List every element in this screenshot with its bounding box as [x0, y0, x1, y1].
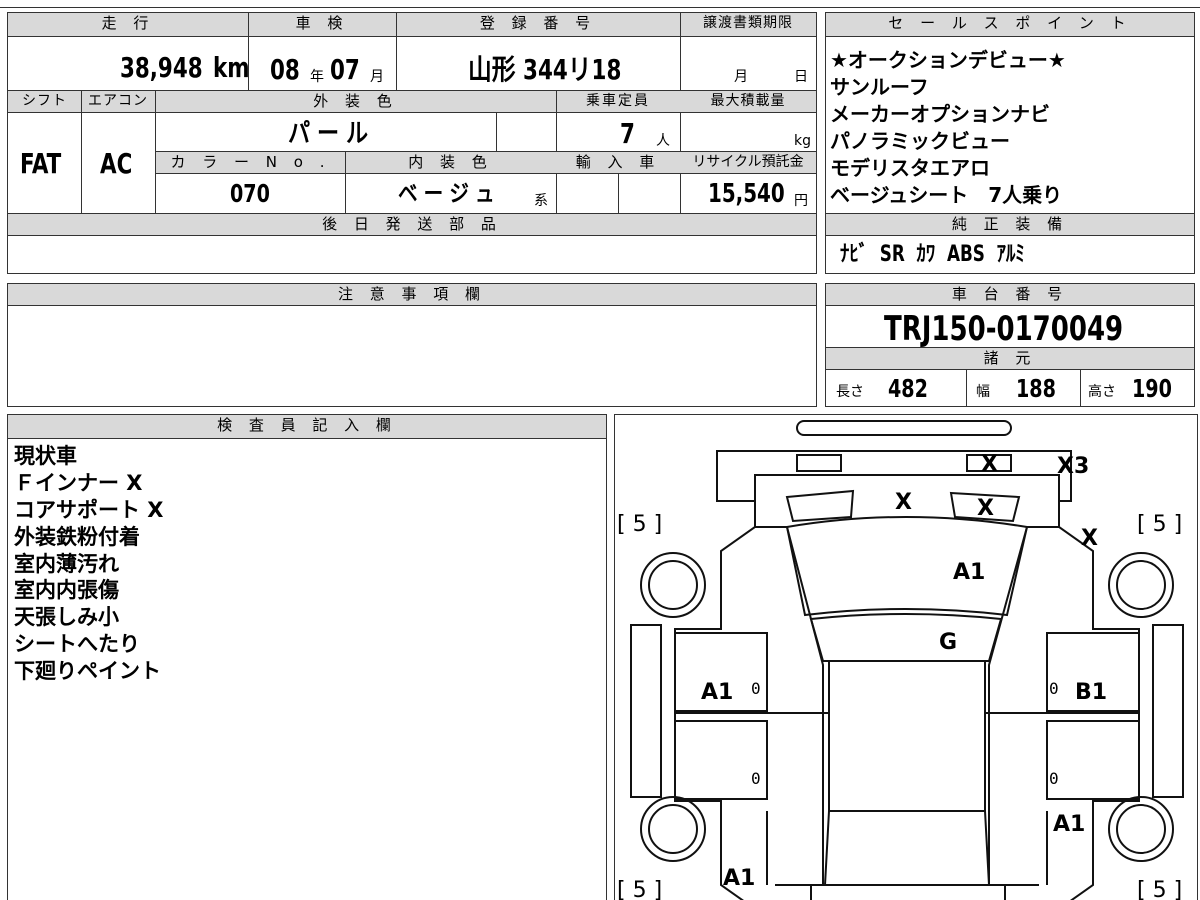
tire-rating-front-left: [ 5 ]: [617, 512, 663, 537]
top-cutoff-strip: [0, 0, 1200, 8]
car-damage-diagram: [ 5 ] [ 5 ] [ 5 ] [ 5 ] X X3 X X X A1 G …: [614, 414, 1198, 900]
sales-points-header: セ ー ル ス ポ イ ン ト: [826, 13, 1194, 37]
tire-rating-rear-left: [ 5 ]: [617, 878, 663, 900]
shift-header: シフト: [8, 91, 81, 113]
mileage-value: 38,948: [120, 51, 203, 84]
exterior-color-header: 外 装 色: [155, 91, 556, 113]
recycle-value: 15,540: [708, 179, 785, 209]
car-outline-svg: [630, 420, 1184, 900]
damage-mark: G: [939, 630, 958, 655]
registration-value: 山形 344リ18: [468, 53, 622, 86]
inspection-month-unit: 月: [370, 69, 384, 85]
recycle-header: リサイクル預託金: [680, 152, 816, 174]
zero-marker: 0: [751, 679, 761, 698]
interior-color-suffix: 系: [534, 193, 548, 209]
notes-box: 注 意 事 項 欄: [7, 283, 817, 407]
zero-marker: 0: [751, 769, 761, 788]
sales-point-item: サンルーフ: [830, 75, 929, 99]
recycle-unit: 円: [794, 193, 808, 209]
zero-marker: 0: [1049, 679, 1059, 698]
sales-points-box: セ ー ル ス ポ イ ン ト ★オークションデビュー★ サンルーフ メーカーオ…: [825, 12, 1195, 274]
damage-mark: X: [895, 490, 912, 515]
width-value: 188: [1016, 374, 1056, 403]
import-header: 輸 入 車: [556, 152, 680, 174]
sales-point-item: ベージュシート 7人乗り: [830, 183, 1063, 207]
aircon-header: エアコン: [81, 91, 155, 113]
inspector-item: 外装鉄粉付着: [14, 525, 140, 549]
inspector-box: 検 査 員 記 入 欄 現状車 Ｆインナー X コアサポート X 外装鉄粉付着 …: [7, 414, 607, 900]
notes-header: 注 意 事 項 欄: [8, 284, 816, 306]
damage-mark: X: [1081, 526, 1098, 551]
inspector-header: 検 査 員 記 入 欄: [8, 415, 606, 439]
transfer-day: 日: [794, 69, 808, 85]
damage-mark: A1: [1053, 812, 1086, 837]
damage-mark: A1: [953, 560, 986, 585]
damage-mark: X3: [1057, 454, 1090, 479]
inspector-item: シートへたり: [14, 632, 140, 656]
damage-mark: B1: [1075, 680, 1108, 705]
specs-header: 諸 元: [826, 348, 1194, 370]
height-label: 高さ: [1088, 384, 1116, 400]
exterior-color-value: パ ー ル: [288, 119, 369, 149]
vehicle-info-table: 走 行 車 検 登 録 番 号 譲渡書類期限 38,948 km 08 年 07…: [7, 12, 817, 274]
inspector-item: 下廻りペイント: [14, 659, 161, 683]
transfer-header: 譲渡書類期限: [680, 13, 816, 37]
inspector-item: 室内薄汚れ: [14, 552, 119, 576]
sales-point-item: パノラミックビュー: [830, 129, 1010, 153]
height-value: 190: [1132, 374, 1172, 403]
length-label: 長さ: [836, 384, 864, 400]
damage-mark: A1: [701, 680, 734, 705]
max-load-header: 最大積載量: [680, 91, 816, 113]
sales-point-item: ★オークションデビュー★: [830, 48, 1066, 72]
inspector-item: Ｆインナー X: [14, 471, 143, 495]
interior-color-value: ベ ー ジ ュ: [398, 181, 495, 207]
tire-rating-rear-right: [ 5 ]: [1137, 878, 1183, 900]
inspector-item: 天張しみ小: [14, 605, 119, 629]
interior-color-header: 内 装 色: [345, 152, 556, 174]
inspector-item: コアサポート X: [14, 498, 164, 522]
sales-point-item: メーカーオプションナビ: [830, 102, 1050, 126]
genuine-equipment-header: 純 正 装 備: [826, 214, 1194, 236]
max-load-unit: kg: [794, 133, 811, 149]
chassis-specs-box: 車 台 番 号 TRJ150-0170049 諸 元 長さ 482 幅 188 …: [825, 283, 1195, 407]
capacity-header: 乗車定員: [556, 91, 680, 113]
inspection-month: 07: [330, 53, 360, 86]
color-no-header: カ ラ ー N o .: [156, 152, 345, 174]
tire-rating-front-right: [ 5 ]: [1137, 512, 1183, 537]
mileage-header: 走 行: [8, 13, 248, 37]
capacity-unit: 人: [656, 133, 670, 149]
length-value: 482: [888, 374, 928, 403]
mileage-unit: km: [213, 51, 250, 84]
color-no-value: 070: [230, 179, 270, 208]
width-label: 幅: [976, 384, 990, 400]
capacity-value: 7: [620, 117, 635, 150]
inspector-item: 現状車: [14, 444, 77, 468]
genuine-equipment-value: ﾅﾋﾞ SR ｶﾜ ABS ｱﾙﾐ: [840, 242, 1025, 267]
damage-mark: X: [977, 496, 994, 521]
sales-point-item: モデリスタエアロ: [830, 156, 990, 180]
later-parts-header: 後 日 発 送 部 品: [8, 214, 816, 236]
inspection-year: 08: [270, 53, 300, 86]
inspector-item: 室内内張傷: [14, 578, 119, 602]
damage-mark: A1: [723, 866, 756, 891]
damage-mark: X: [981, 452, 998, 477]
aircon-value: AC: [100, 147, 133, 180]
inspection-header: 車 検: [248, 13, 396, 37]
chassis-number: TRJ150-0170049: [884, 309, 1124, 349]
chassis-header: 車 台 番 号: [826, 284, 1194, 306]
registration-header: 登 録 番 号: [396, 13, 680, 37]
inspection-year-unit: 年: [310, 69, 324, 85]
transfer-month: 月: [734, 69, 748, 85]
shift-value: FAT: [20, 147, 62, 180]
zero-marker: 0: [1049, 769, 1059, 788]
